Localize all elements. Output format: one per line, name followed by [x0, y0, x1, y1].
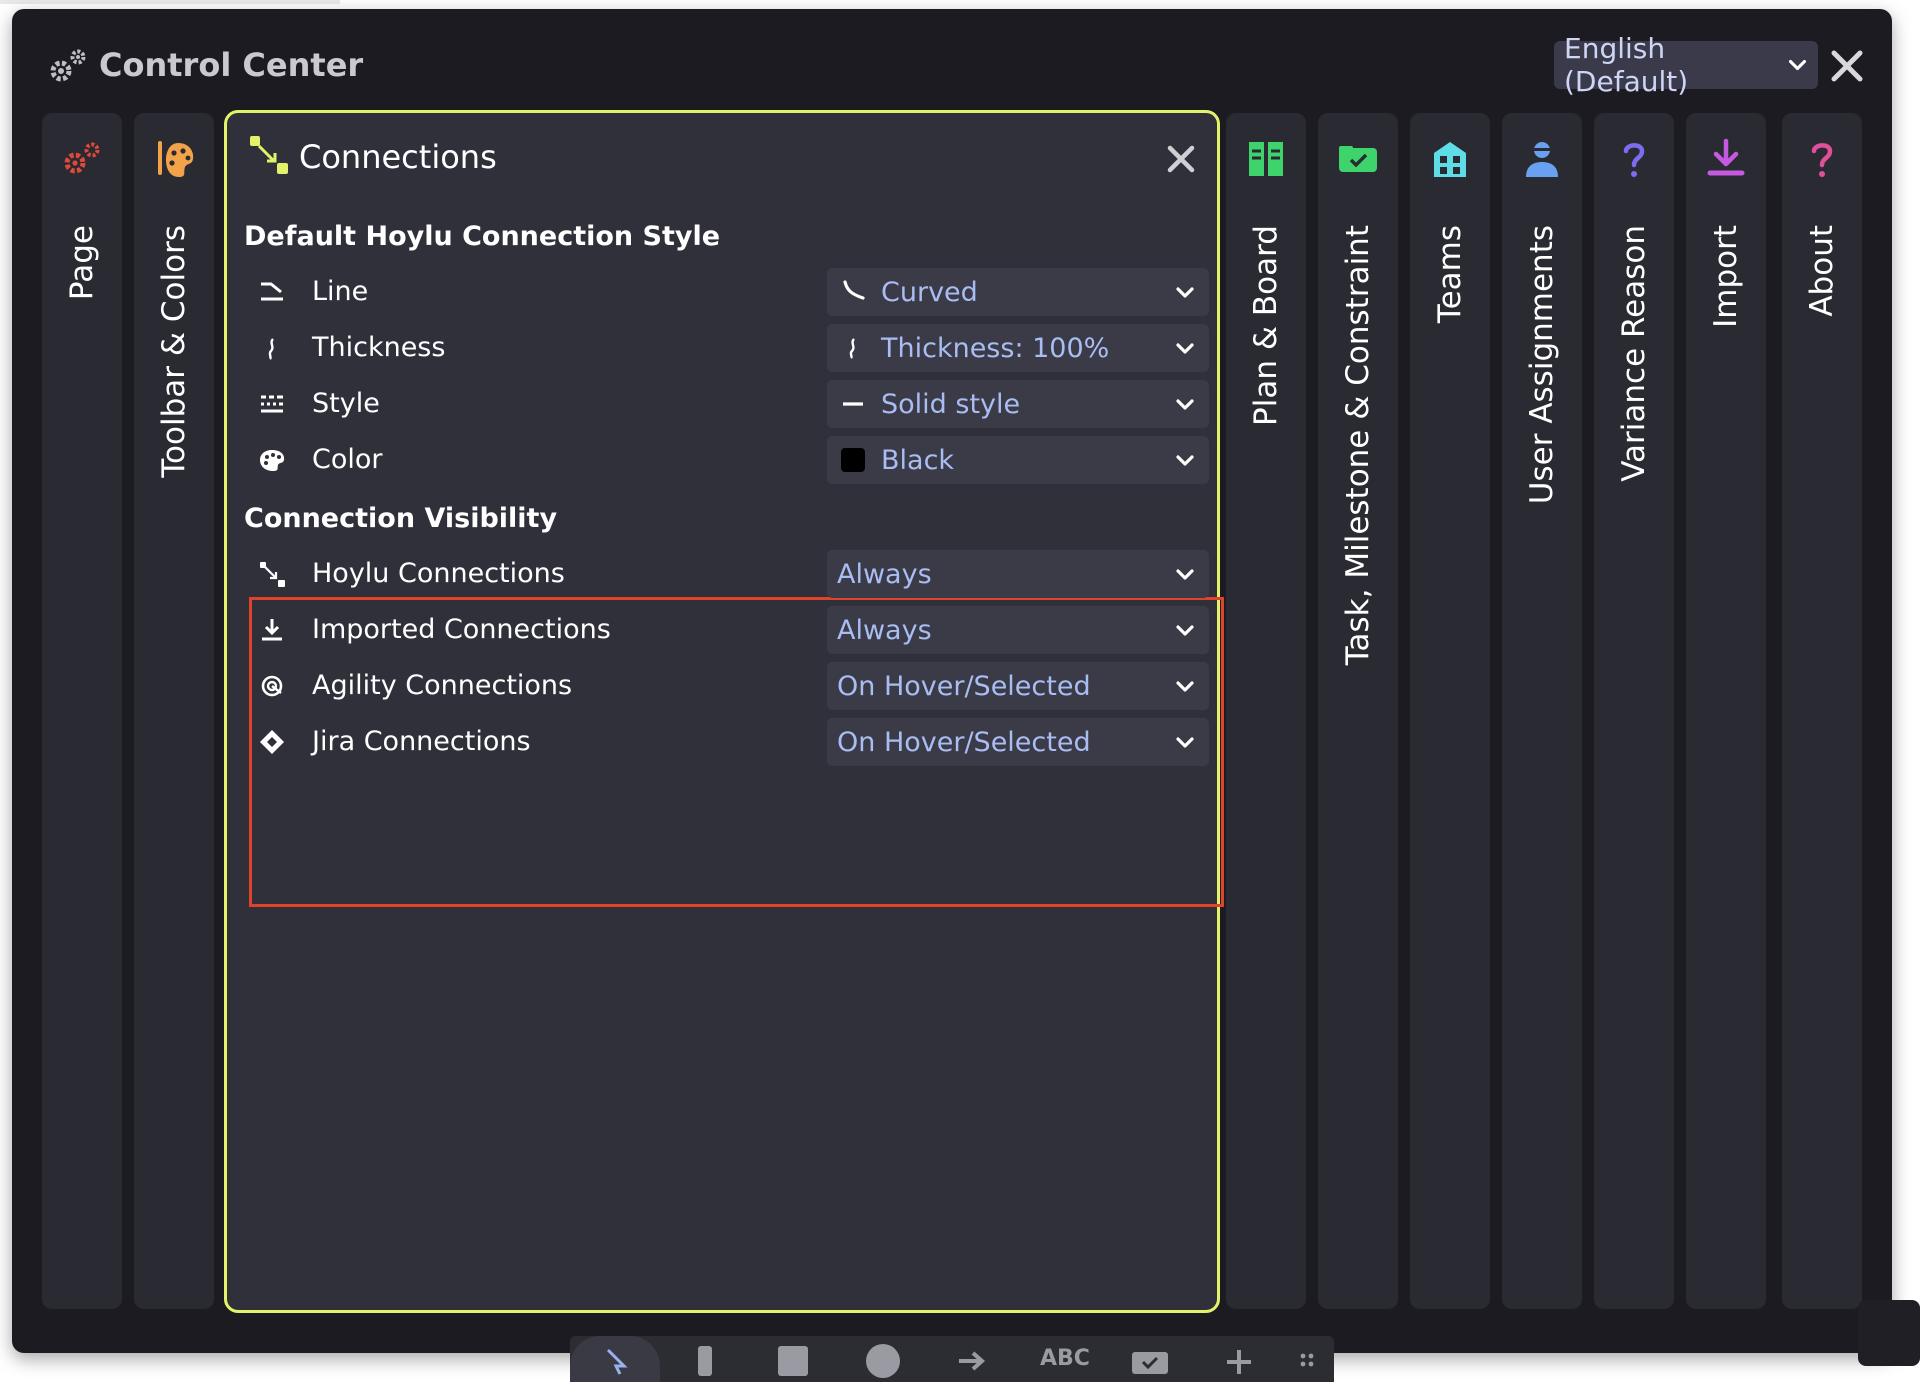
- window-title: Control Center: [99, 46, 364, 84]
- curved-line-icon: [843, 280, 865, 300]
- language-select-value: English (Default): [1564, 32, 1689, 98]
- close-icon[interactable]: [1165, 143, 1197, 175]
- tab-about[interactable]: About: [1782, 113, 1862, 1309]
- tab-page[interactable]: Page: [42, 113, 122, 1309]
- tab-plan-board[interactable]: Plan & Board: [1226, 113, 1306, 1309]
- chevron-down-icon: [1176, 625, 1194, 636]
- task-card-icon[interactable]: [1130, 1346, 1170, 1376]
- agility-connections-value: On Hover/Selected: [837, 670, 1091, 702]
- agility-icon: [261, 675, 283, 697]
- imported-connections-select[interactable]: Always: [827, 606, 1209, 654]
- palette-icon: [158, 141, 194, 177]
- connection-icon: [260, 562, 285, 587]
- color-select-value: Black: [881, 444, 955, 476]
- color-label: Color: [312, 444, 383, 475]
- plus-icon[interactable]: [1224, 1346, 1254, 1376]
- tab-import[interactable]: Import: [1686, 113, 1766, 1309]
- connections-panel: Connections Default Hoylu Connection Sty…: [224, 110, 1224, 1313]
- arrow-right-icon[interactable]: [955, 1346, 989, 1376]
- background-strip: [0, 0, 340, 4]
- hoylu-connections-label: Hoylu Connections: [312, 558, 565, 589]
- agility-connections-select[interactable]: On Hover/Selected: [827, 662, 1209, 710]
- panel-title: Connections: [299, 138, 497, 176]
- connection-icon: [250, 136, 288, 174]
- imported-connections-label: Imported Connections: [312, 614, 611, 645]
- visibility-heading: Connection Visibility: [244, 503, 558, 534]
- tab-user-assignments-label: User Assignments: [1524, 225, 1560, 505]
- title-bar: Control Center English (Default): [12, 9, 1892, 109]
- chevron-down-icon: [1176, 569, 1194, 580]
- tab-plan-board-label: Plan & Board: [1248, 225, 1284, 426]
- text-tool-button[interactable]: ABC: [1040, 1346, 1090, 1376]
- color-select[interactable]: Black: [827, 436, 1209, 484]
- language-select[interactable]: English (Default): [1554, 32, 1818, 98]
- imported-connections-value: Always: [837, 614, 932, 646]
- bottom-toolbar: ABC: [570, 1336, 1334, 1382]
- tab-variance-reason-label: Variance Reason: [1616, 225, 1652, 482]
- question-icon: [1811, 143, 1833, 177]
- solid-line-icon: [843, 402, 863, 406]
- import-icon: [262, 619, 282, 641]
- tab-toolbar-colors-label: Toolbar & Colors: [156, 225, 192, 478]
- hoylu-connections-select[interactable]: Always: [827, 550, 1209, 598]
- tab-import-label: Import: [1708, 225, 1744, 328]
- thickness-label: Thickness: [312, 332, 446, 363]
- shape-tool-button[interactable]: [866, 1344, 900, 1378]
- jira-connections-select[interactable]: On Hover/Selected: [827, 718, 1209, 766]
- agility-connections-label: Agility Connections: [312, 670, 573, 701]
- jira-connections-value: On Hover/Selected: [837, 726, 1091, 758]
- sticky-note-tool-button[interactable]: [778, 1346, 808, 1376]
- palette-icon: [260, 450, 285, 471]
- corner-widget: [1858, 1300, 1920, 1366]
- building-icon: [1434, 142, 1466, 177]
- line-label: Line: [312, 276, 369, 307]
- hoylu-connections-value: Always: [837, 558, 932, 590]
- dashed-style-icon: [261, 395, 283, 413]
- chevron-down-icon: [1176, 399, 1194, 410]
- tab-user-assignments[interactable]: User Assignments: [1502, 113, 1582, 1309]
- thickness-icon: [849, 338, 855, 359]
- cursor-icon: [606, 1348, 628, 1375]
- chevron-down-icon: [1176, 455, 1194, 466]
- drag-handle-icon[interactable]: [1298, 1346, 1316, 1376]
- control-center-window: Control Center English (Default) Page To…: [12, 9, 1892, 1353]
- style-select-value: Solid style: [881, 388, 1021, 420]
- download-icon: [1707, 138, 1745, 176]
- tab-about-label: About: [1804, 225, 1840, 317]
- chevron-down-icon: [1176, 287, 1194, 298]
- chevron-down-icon: [1176, 343, 1194, 354]
- line-select-value: Curved: [881, 276, 978, 308]
- style-select[interactable]: Solid style: [827, 380, 1209, 428]
- plan-board-icon: [1249, 142, 1283, 176]
- line-shape-icon: [261, 282, 283, 301]
- tab-toolbar-colors[interactable]: Toolbar & Colors: [134, 113, 214, 1309]
- gears-icon: [50, 49, 86, 82]
- chevron-down-icon: [1789, 59, 1807, 71]
- thickness-select-value: Thickness: 100%: [881, 332, 1110, 364]
- thickness-select[interactable]: Thickness: 100%: [827, 324, 1209, 372]
- jira-connections-label: Jira Connections: [312, 726, 531, 757]
- user-icon: [1526, 142, 1558, 177]
- tab-teams-label: Teams: [1432, 225, 1468, 324]
- style-label: Style: [312, 388, 380, 419]
- tab-page-label: Page: [64, 225, 100, 301]
- task-card-icon: [1339, 146, 1377, 172]
- close-icon[interactable]: [1828, 47, 1866, 85]
- color-swatch: [841, 448, 865, 472]
- gears-icon: [64, 142, 100, 174]
- line-select[interactable]: Curved: [827, 268, 1209, 316]
- tab-teams[interactable]: Teams: [1410, 113, 1490, 1309]
- chevron-down-icon: [1176, 737, 1194, 748]
- chevron-down-icon: [1176, 681, 1194, 692]
- tab-task-milestone-constraint[interactable]: Task, Milestone & Constraint: [1318, 113, 1398, 1309]
- jira-icon: [260, 730, 284, 754]
- tab-task-milestone-constraint-label: Task, Milestone & Constraint: [1340, 225, 1376, 666]
- tab-variance-reason[interactable]: Variance Reason: [1594, 113, 1674, 1309]
- pen-tool-button[interactable]: [698, 1346, 712, 1376]
- default-style-heading: Default Hoylu Connection Style: [244, 221, 721, 252]
- question-icon: [1623, 143, 1645, 177]
- thickness-icon: [268, 338, 274, 360]
